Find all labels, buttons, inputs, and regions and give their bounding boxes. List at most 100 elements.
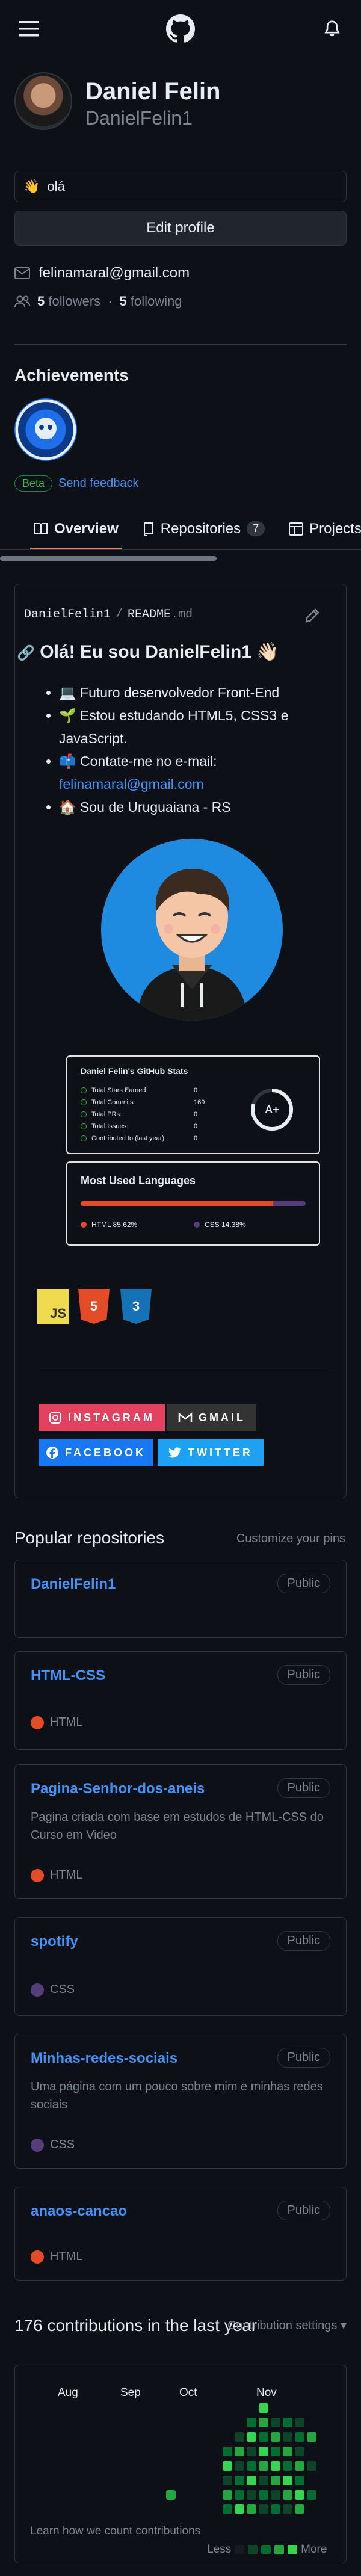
tab-overview[interactable]: Overview — [30, 508, 122, 549]
list-item: 🌱 Estou estudando HTML5, CSS3 e JavaScri… — [59, 704, 318, 750]
repo-name-link[interactable]: Minhas-redes-sociais — [31, 2050, 177, 2067]
repo-name-link[interactable]: anaos-cancao — [31, 2203, 127, 2220]
contribution-cell[interactable] — [307, 2461, 316, 2471]
repo-name-link[interactable]: spotify — [31, 1933, 78, 1950]
hamburger-icon[interactable] — [14, 14, 43, 43]
contribution-cell[interactable] — [247, 2490, 256, 2500]
gmail-button[interactable]: GMAIL — [167, 1404, 256, 1431]
contribution-cell[interactable] — [295, 2461, 304, 2471]
customize-pins-link[interactable]: Customize your pins — [236, 1532, 345, 1546]
contribution-cell[interactable] — [283, 2490, 292, 2500]
contribution-cell[interactable] — [259, 2476, 268, 2485]
facebook-button[interactable]: FACEBOOK — [39, 1439, 153, 1466]
contribution-cell[interactable] — [271, 2504, 280, 2514]
contribution-cell[interactable] — [259, 2418, 268, 2427]
repo-name-link[interactable]: HTML-CSS — [31, 1667, 105, 1684]
status-text: olá — [47, 179, 65, 194]
stat-label: Total Stars Earned: — [91, 1087, 148, 1094]
learn-contributions-link[interactable]: Learn how we count contributions — [30, 2525, 200, 2538]
contribution-cell[interactable] — [295, 2418, 304, 2427]
contribution-cell[interactable] — [259, 2432, 268, 2442]
status-emoji: 👋 — [23, 179, 40, 194]
contribution-cell[interactable] — [271, 2418, 280, 2427]
list-item: 📫 Contate-me no e-mail: felinamaral@gmail… — [59, 750, 318, 795]
contribution-cell[interactable] — [271, 2447, 280, 2456]
javascript-icon: JS — [37, 1289, 69, 1324]
email-row: felinamaral@gmail.com — [14, 265, 190, 282]
contribution-cell[interactable] — [283, 2504, 292, 2514]
language-color-dot — [31, 2250, 44, 2264]
contribution-cell[interactable] — [247, 2447, 256, 2456]
contribution-cell[interactable] — [295, 2476, 304, 2485]
twitter-button[interactable]: TWITTER — [158, 1439, 264, 1466]
email-link[interactable]: felinamaral@gmail.com — [59, 776, 204, 792]
readme-user[interactable]: DanielFelin1 — [24, 608, 111, 622]
contribution-cell[interactable] — [283, 2447, 292, 2456]
language-legend-css: CSS 14.38% — [194, 1220, 246, 1229]
contribution-cell[interactable] — [271, 2490, 280, 2500]
contribution-cell[interactable] — [247, 2432, 256, 2442]
contribution-cell[interactable] — [235, 2447, 244, 2456]
book-icon — [34, 522, 48, 534]
contribution-cell[interactable] — [271, 2432, 280, 2442]
contribution-cell[interactable] — [247, 2418, 256, 2427]
stat-icon — [81, 1099, 87, 1105]
contribution-cell[interactable] — [247, 2476, 256, 2485]
contribution-cell[interactable] — [283, 2418, 292, 2427]
contribution-cell[interactable] — [259, 2403, 268, 2413]
send-feedback-link[interactable]: Send feedback — [58, 477, 138, 490]
contribution-cell[interactable] — [223, 2461, 232, 2471]
tab-projects[interactable]: Projects — [289, 508, 361, 549]
stat-value: 169 — [194, 1099, 205, 1106]
contribution-cell[interactable] — [295, 2490, 304, 2500]
contribution-cell[interactable] — [259, 2490, 268, 2500]
contribution-cell[interactable] — [259, 2447, 268, 2456]
contribution-cell[interactable] — [223, 2447, 232, 2456]
achievement-badge-icon[interactable] — [14, 398, 77, 461]
contribution-cell[interactable] — [283, 2476, 292, 2485]
html5-icon: 5 — [78, 1289, 110, 1324]
contribution-cell[interactable] — [283, 2461, 292, 2471]
contribution-cell[interactable] — [235, 2490, 244, 2500]
contribution-cell[interactable] — [295, 2432, 304, 2442]
contribution-cell[interactable] — [307, 2432, 316, 2442]
repo-name-link[interactable]: Pagina-Senhor-dos-aneis — [31, 1781, 205, 1797]
contribution-cell[interactable] — [166, 2490, 176, 2500]
tab-repositories[interactable]: Repositories 7 — [143, 508, 265, 549]
contribution-cell[interactable] — [247, 2461, 256, 2471]
instagram-button[interactable]: INSTAGRAM — [39, 1404, 165, 1431]
following-link[interactable]: 5 following — [120, 294, 182, 309]
stat-value: 0 — [194, 1123, 198, 1130]
contribution-cell[interactable] — [235, 2504, 244, 2514]
contribution-cell[interactable] — [295, 2504, 304, 2514]
edit-profile-button[interactable]: Edit profile — [14, 211, 347, 246]
avatar[interactable] — [14, 72, 72, 130]
contribution-cell[interactable] — [271, 2476, 280, 2485]
repo-name-link[interactable]: DanielFelin1 — [31, 1576, 116, 1593]
contribution-cell[interactable] — [223, 2476, 232, 2485]
tabs-scrollbar[interactable] — [0, 556, 217, 561]
contribution-cell[interactable] — [223, 2490, 232, 2500]
contribution-cell[interactable] — [223, 2504, 232, 2514]
status-box[interactable]: 👋 olá — [14, 171, 347, 202]
profile-login: DanielFelin1 — [85, 107, 193, 129]
stat-label: Total Commits: — [91, 1099, 135, 1106]
contribution-cell[interactable] — [295, 2447, 304, 2456]
contributions-title: 176 contributions in the last year — [14, 2316, 258, 2335]
contribution-cell[interactable] — [235, 2476, 244, 2485]
contribution-cell[interactable] — [247, 2504, 256, 2514]
repo-language: CSS — [31, 2138, 75, 2152]
pencil-icon[interactable] — [303, 607, 321, 625]
followers-link[interactable]: 5 followers — [37, 294, 100, 309]
contribution-settings-dropdown[interactable]: Contribution settings ▾ — [227, 2318, 347, 2333]
contribution-cell[interactable] — [259, 2461, 268, 2471]
email-link[interactable]: felinamaral@gmail.com — [39, 265, 190, 282]
contribution-cell[interactable] — [259, 2504, 268, 2514]
github-logo-icon[interactable] — [166, 14, 195, 43]
contribution-cell[interactable] — [271, 2461, 280, 2471]
contribution-cell[interactable] — [307, 2490, 316, 2500]
contribution-cell[interactable] — [235, 2461, 244, 2471]
contribution-cell[interactable] — [283, 2432, 292, 2442]
contribution-cell[interactable] — [235, 2432, 244, 2442]
bell-icon[interactable] — [318, 14, 347, 43]
